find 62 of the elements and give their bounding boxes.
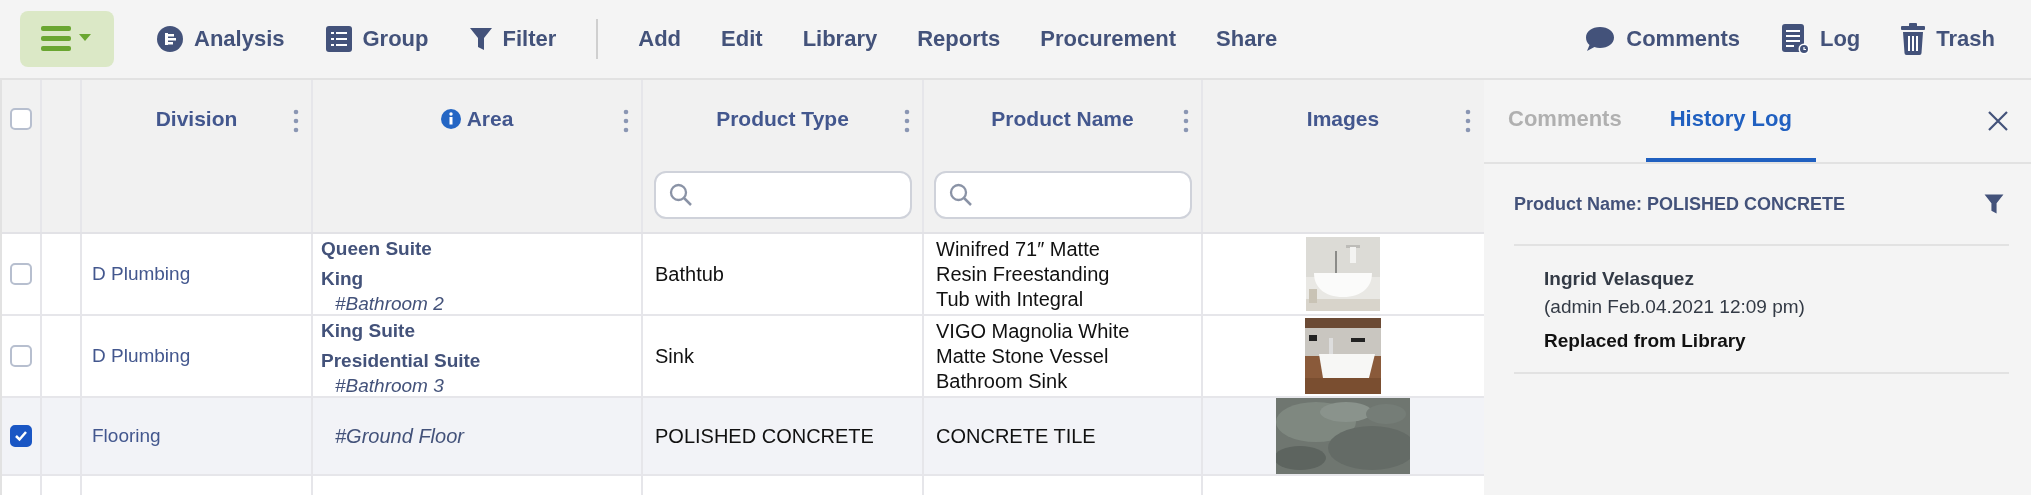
toolbar-action[interactable]: Procurement bbox=[1024, 14, 1193, 64]
log-action: Replaced from Library bbox=[1544, 330, 1747, 352]
table-row[interactable]: Flooring #Ground Floor POLISHED CONCRETE CONCRETE TILE bbox=[2, 398, 1484, 477]
group-button[interactable]: Group bbox=[308, 14, 445, 64]
table-cell-text: POLISHED CONCRETE bbox=[654, 424, 874, 448]
toolbar-action[interactable]: Reports bbox=[901, 14, 1017, 64]
row-checkbox[interactable] bbox=[10, 263, 32, 286]
search-field[interactable] bbox=[653, 170, 912, 219]
info-icon bbox=[440, 108, 461, 129]
column-menu-icon[interactable] bbox=[1465, 109, 1471, 133]
area-name: Queen Suite King bbox=[321, 237, 432, 292]
table-cell-text: D Plumbing bbox=[91, 263, 191, 286]
column-header[interactable]: Area bbox=[440, 106, 514, 131]
speech-bubble-icon bbox=[1584, 25, 1617, 53]
comments-button[interactable]: Comments bbox=[1568, 14, 1756, 64]
panel-tab[interactable]: History Log bbox=[1645, 80, 1816, 162]
filter-icon[interactable] bbox=[1983, 192, 2005, 216]
log-meta: (admin Feb.04.2021 12:09 pm) bbox=[1544, 296, 1806, 318]
table-cell-text: Bathtub bbox=[654, 262, 724, 286]
chart-icon bbox=[156, 25, 184, 53]
toolbar-action[interactable]: Edit bbox=[705, 14, 779, 64]
column-header[interactable]: Product Name bbox=[991, 106, 1134, 131]
filter-label: Product Name: POLISHED CONCRETE bbox=[1514, 193, 1846, 215]
column-menu-icon[interactable] bbox=[904, 109, 910, 133]
area-tag: #Bathroom 2 bbox=[321, 294, 444, 315]
log-button[interactable]: Log bbox=[1763, 14, 1877, 64]
table-cell-text: CONCRETE TILE bbox=[935, 423, 1096, 449]
column-header[interactable]: Images bbox=[1306, 106, 1380, 131]
table-row[interactable]: D Plumbing King Suite Presidential Suite #Bathroom 3 Sink VIGO Magnolia White Matte Stone Vessel Bathroom Sink bbox=[2, 316, 1484, 399]
search-field[interactable] bbox=[933, 170, 1192, 219]
table-cell-text: Winifred 71″ Matte Resin Freestanding Tub with Integral bbox=[935, 236, 1110, 312]
table-cell-text: D Plumbing bbox=[91, 345, 191, 368]
area-name: King Suite Presidential Suite bbox=[321, 319, 481, 374]
trash-button[interactable]: Trash bbox=[1884, 14, 2011, 64]
filter-icon bbox=[468, 25, 493, 53]
menu-button[interactable] bbox=[20, 11, 114, 67]
list-icon bbox=[324, 25, 353, 53]
toolbar-action[interactable]: Add bbox=[622, 14, 698, 64]
row-checkbox[interactable] bbox=[10, 425, 32, 448]
select-all-checkbox[interactable] bbox=[10, 107, 32, 130]
column-menu-icon[interactable] bbox=[1183, 109, 1189, 133]
analysis-button[interactable]: Analysis bbox=[140, 14, 301, 64]
log-author: Ingrid Velasquez bbox=[1544, 268, 1695, 290]
filter-button[interactable]: Filter bbox=[452, 14, 573, 64]
area-tag: #Ground Floor bbox=[321, 426, 464, 447]
trash-icon bbox=[1900, 23, 1927, 55]
log-icon bbox=[1779, 23, 1810, 55]
table-cell-text: Flooring bbox=[91, 425, 161, 448]
column-menu-icon[interactable] bbox=[623, 109, 629, 133]
toolbar-action[interactable]: Library bbox=[786, 14, 894, 64]
row-checkbox[interactable] bbox=[10, 345, 32, 368]
area-tag: #Bathroom 3 bbox=[321, 376, 444, 397]
table-cell-text: VIGO Magnolia White Matte Stone Vessel Bathroom Sink bbox=[935, 318, 1130, 394]
column-menu-icon[interactable] bbox=[293, 109, 299, 133]
search-icon bbox=[947, 181, 974, 208]
column-header[interactable]: Division bbox=[155, 106, 238, 131]
table-cell-text: Sink bbox=[654, 344, 694, 368]
search-icon bbox=[667, 181, 694, 208]
close-icon[interactable] bbox=[1987, 110, 2009, 132]
toolbar-action[interactable]: Share bbox=[1200, 14, 1294, 64]
column-header[interactable]: Product Type bbox=[716, 106, 849, 131]
table-row[interactable]: D Plumbing Queen Suite King #Bathroom 2 Bathtub Winifred 71″ Matte Resin Freestanding Tub with Integral bbox=[2, 234, 1484, 317]
